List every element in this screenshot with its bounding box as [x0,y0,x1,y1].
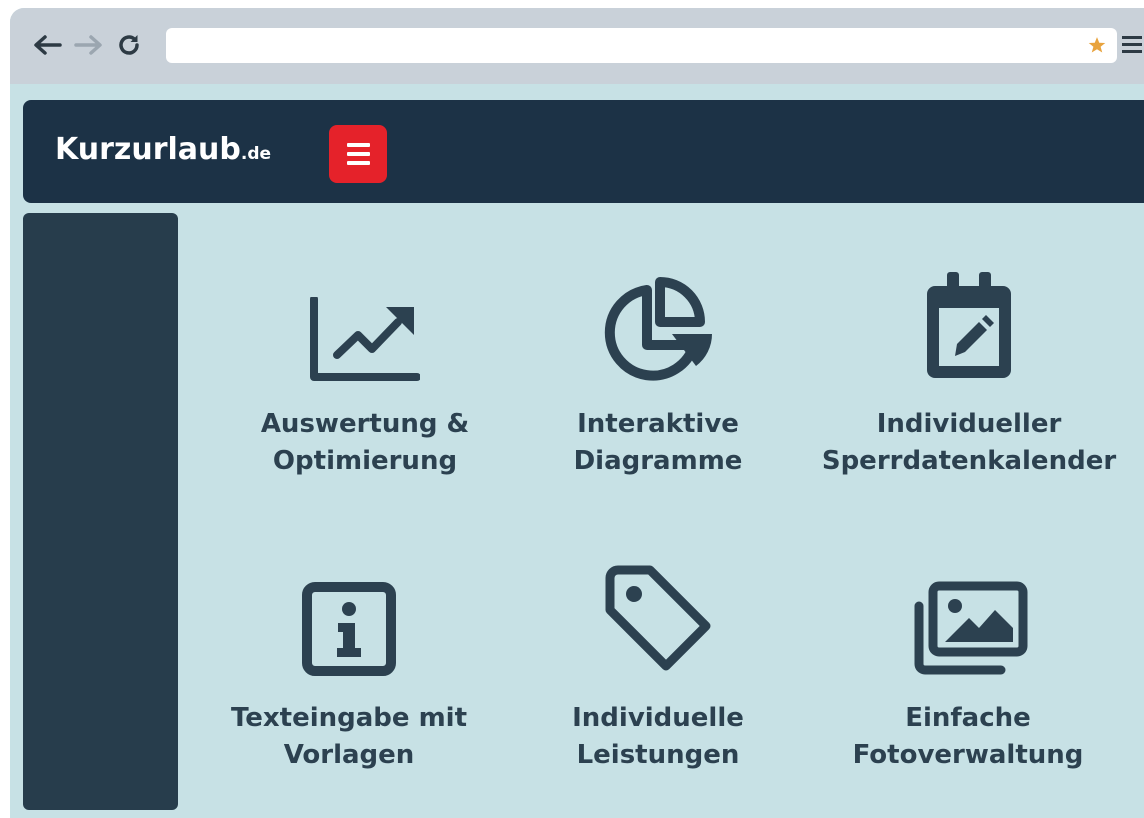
forward-button[interactable] [74,30,104,60]
site-header: Kurzurlaub.de [23,100,1144,203]
feature-diagramme[interactable]: Interaktive Diagramme [508,262,808,480]
feature-fotoverwaltung[interactable]: Einfache Fotoverwaltung [818,556,1118,774]
feature-label: Texteingabe mit Vorlagen [230,703,468,770]
browser-toolbar [10,8,1144,84]
browser-menu-button[interactable] [1122,36,1144,56]
feature-auswertung[interactable]: Auswertung & Optimierung [215,262,515,480]
arrow-left-icon [34,35,62,55]
feature-texteingabe[interactable]: Texteingabe mit Vorlagen [199,556,499,774]
address-bar[interactable] [166,28,1117,63]
back-button[interactable] [32,30,62,60]
hamburger-icon [1122,36,1144,53]
logo-main-text: Kurzurlaub [55,132,241,167]
arrow-right-icon [74,35,102,55]
sidebar [23,213,178,810]
photo-gallery-icon [914,581,1028,675]
bookmark-button[interactable] [1087,35,1107,55]
logo-tld-text: .de [240,144,272,164]
site-logo[interactable]: Kurzurlaub.de [55,130,271,174]
reload-button[interactable] [114,30,144,60]
star-icon [1088,37,1106,53]
hamburger-icon [346,141,370,168]
feature-label: Auswertung & Optimierung [260,409,470,476]
pie-chart-icon [604,277,712,381]
feature-sperrdatenkalender[interactable]: Individueller Sperrdatenkalender [819,262,1119,480]
info-icon [302,582,396,676]
reload-icon [119,35,139,55]
feature-label: Individuelle Leistungen [572,703,744,770]
trending-up-chart-icon [310,297,420,381]
calendar-edit-icon [927,272,1011,378]
feature-label: Individueller Sperrdatenkalender [821,409,1117,476]
feature-label: Einfache Fotoverwaltung [852,703,1084,770]
feature-leistungen[interactable]: Individuelle Leistungen [508,556,808,774]
tag-icon [605,565,711,671]
browser-window: Kurzurlaub.de Auswertung & Optimierung I… [10,8,1144,818]
feature-label: Interaktive Diagramme [573,409,743,476]
menu-toggle-button[interactable] [329,125,387,183]
